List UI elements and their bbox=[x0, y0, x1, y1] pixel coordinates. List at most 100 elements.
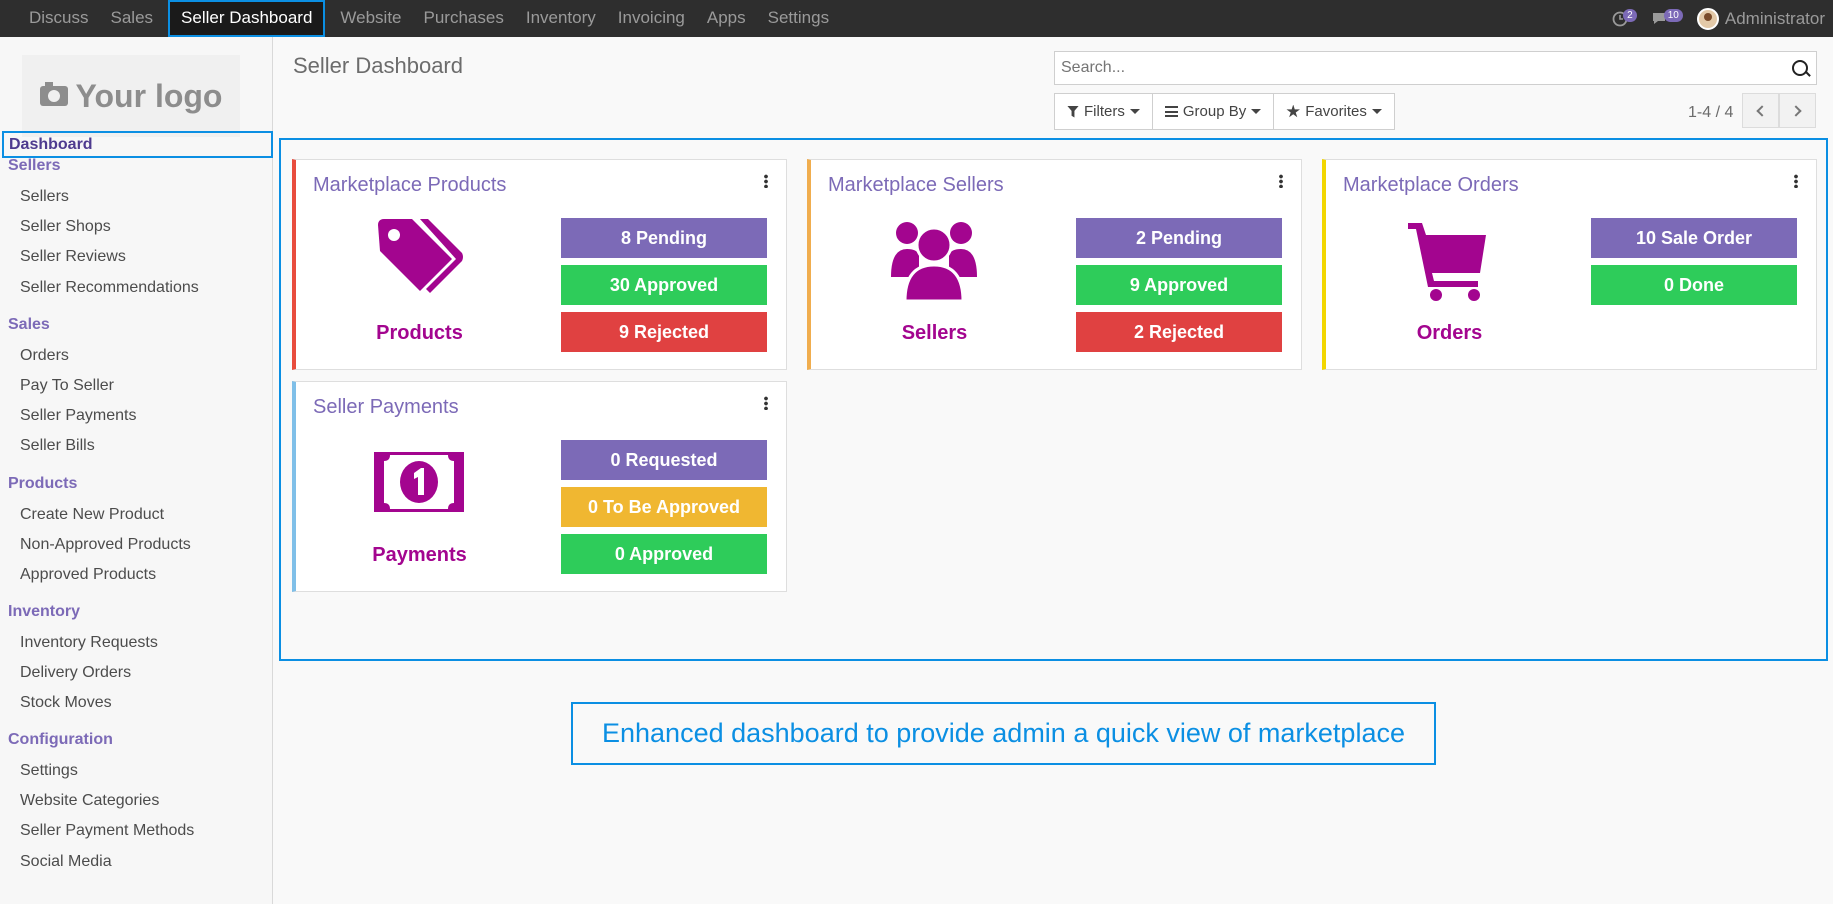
card-title[interactable]: Marketplace Products bbox=[313, 174, 506, 197]
kebab-menu-icon[interactable] bbox=[1794, 174, 1798, 188]
menu-inventory[interactable]: Inventory bbox=[515, 0, 607, 37]
user-menu[interactable]: Administrator bbox=[1696, 7, 1825, 30]
card-marketplace-orders[interactable]: Marketplace Orders Orders 10 Sale Order … bbox=[1322, 159, 1817, 370]
card-marketplace-products[interactable]: Marketplace Products Products 8 Pending … bbox=[292, 159, 787, 370]
done-orders-button[interactable]: 0 Done bbox=[1591, 265, 1797, 305]
sidebar-section-products[interactable]: Products bbox=[8, 475, 77, 493]
sale-orders-button[interactable]: 10 Sale Order bbox=[1591, 218, 1797, 258]
breadcrumb: Seller Dashboard bbox=[293, 53, 463, 78]
search-input[interactable] bbox=[1061, 59, 1781, 77]
filters-button[interactable]: Filters bbox=[1055, 94, 1153, 129]
pager-value: 1-4 / 4 bbox=[1688, 104, 1734, 121]
sidebar-item-inventory-requests[interactable]: Inventory Requests bbox=[20, 634, 158, 652]
cart-icon bbox=[1408, 223, 1486, 301]
card-label: Products bbox=[376, 322, 463, 344]
menu-sales[interactable]: Sales bbox=[100, 0, 165, 37]
caret-down-icon bbox=[1251, 109, 1262, 114]
pending-sellers-button[interactable]: 2 Pending bbox=[1076, 218, 1282, 258]
sidebar-section-sellers[interactable]: Sellers bbox=[8, 157, 60, 175]
sidebar-section-inventory[interactable]: Inventory bbox=[8, 603, 80, 621]
sidebar-item-settings[interactable]: Settings bbox=[20, 762, 78, 780]
sidebar-item-seller-payment-methods[interactable]: Seller Payment Methods bbox=[20, 822, 194, 840]
sidebar-item-pay-to-seller[interactable]: Pay To Seller bbox=[20, 377, 114, 395]
favorites-button[interactable]: Favorites bbox=[1274, 94, 1394, 129]
top-navbar: Discuss Sales Seller Dashboard Website P… bbox=[0, 0, 1833, 37]
group-by-button[interactable]: Group By bbox=[1153, 94, 1275, 129]
menu-seller-dashboard[interactable]: Seller Dashboard bbox=[168, 0, 326, 37]
approved-products-button[interactable]: 30 Approved bbox=[561, 265, 767, 305]
star-icon bbox=[1286, 104, 1300, 118]
users-icon bbox=[891, 222, 977, 303]
sidebar-section-configuration[interactable]: Configuration bbox=[8, 731, 113, 749]
sidebar-item-seller-shops[interactable]: Seller Shops bbox=[20, 218, 111, 236]
sidebar-item-non-approved-products[interactable]: Non-Approved Products bbox=[20, 536, 191, 554]
menu-website[interactable]: Website bbox=[329, 0, 412, 37]
card-label: Orders bbox=[1416, 322, 1483, 344]
kebab-menu-icon[interactable] bbox=[1279, 174, 1283, 188]
pending-products-button[interactable]: 8 Pending bbox=[561, 218, 767, 258]
card-label: Payments bbox=[372, 544, 467, 566]
pager-previous-button[interactable] bbox=[1742, 93, 1779, 128]
logo-text: Your logo bbox=[75, 77, 223, 114]
tags-icon bbox=[378, 219, 463, 293]
sidebar-item-approved-products[interactable]: Approved Products bbox=[20, 566, 156, 584]
menu-invoicing[interactable]: Invoicing bbox=[607, 0, 696, 37]
sidebar: Your logo Dashboard Sellers Sellers Sell… bbox=[0, 37, 273, 904]
sidebar-item-website-categories[interactable]: Website Categories bbox=[20, 792, 159, 810]
approved-payments-button[interactable]: 0 Approved bbox=[561, 534, 767, 574]
card-marketplace-sellers[interactable]: Marketplace Sellers Sellers 2 Pending 9 … bbox=[807, 159, 1302, 370]
filters-label: Filters bbox=[1084, 103, 1125, 120]
requested-payments-button[interactable]: 0 Requested bbox=[561, 440, 767, 480]
messages-badge: 10 bbox=[1663, 9, 1683, 22]
caret-down-icon bbox=[1371, 109, 1382, 114]
user-name: Administrator bbox=[1724, 8, 1825, 28]
sidebar-item-create-new-product[interactable]: Create New Product bbox=[20, 506, 164, 524]
menu-discuss[interactable]: Discuss bbox=[18, 0, 100, 37]
filter-icon bbox=[1067, 105, 1079, 118]
sidebar-item-stock-moves[interactable]: Stock Moves bbox=[20, 694, 112, 712]
sidebar-item-seller-bills[interactable]: Seller Bills bbox=[20, 437, 95, 455]
menu-purchases[interactable]: Purchases bbox=[413, 0, 515, 37]
search-bar bbox=[1054, 51, 1817, 85]
group-by-label: Group By bbox=[1182, 103, 1247, 120]
card-title[interactable]: Marketplace Orders bbox=[1343, 174, 1519, 197]
sidebar-item-seller-reviews[interactable]: Seller Reviews bbox=[20, 248, 126, 266]
rejected-products-button[interactable]: 9 Rejected bbox=[561, 312, 767, 352]
pager-next-button[interactable] bbox=[1779, 93, 1816, 128]
sidebar-item-orders[interactable]: Orders bbox=[20, 347, 69, 365]
camera-icon bbox=[39, 82, 68, 106]
money-icon bbox=[374, 452, 464, 512]
bars-icon bbox=[1164, 106, 1178, 117]
activities-button[interactable]: 2 bbox=[1612, 9, 1637, 27]
search-icon[interactable] bbox=[1792, 60, 1808, 76]
favorites-label: Favorites bbox=[1305, 103, 1367, 120]
sidebar-item-sellers[interactable]: Sellers bbox=[20, 188, 69, 206]
sidebar-item-seller-recommendations[interactable]: Seller Recommendations bbox=[20, 279, 199, 297]
annotation-caption: Enhanced dashboard to provide admin a qu… bbox=[571, 702, 1436, 765]
card-seller-payments[interactable]: Seller Payments Payments 0 Requested 0 T… bbox=[292, 381, 787, 592]
chevron-right-icon bbox=[1790, 104, 1802, 117]
rejected-sellers-button[interactable]: 2 Rejected bbox=[1076, 312, 1282, 352]
chevron-left-icon bbox=[1756, 104, 1768, 117]
menu-settings[interactable]: Settings bbox=[757, 0, 840, 37]
card-title[interactable]: Marketplace Sellers bbox=[828, 174, 1004, 197]
approved-sellers-button[interactable]: 9 Approved bbox=[1076, 265, 1282, 305]
kebab-menu-icon[interactable] bbox=[764, 396, 768, 410]
messages-button[interactable]: 10 bbox=[1651, 9, 1683, 26]
sidebar-item-dashboard[interactable]: Dashboard bbox=[2, 131, 273, 158]
company-logo[interactable]: Your logo bbox=[22, 55, 240, 137]
pager-buttons bbox=[1742, 93, 1816, 128]
card-label: Sellers bbox=[901, 322, 968, 344]
sidebar-item-delivery-orders[interactable]: Delivery Orders bbox=[20, 664, 131, 682]
kebab-menu-icon[interactable] bbox=[764, 174, 768, 188]
to-be-approved-payments-button[interactable]: 0 To Be Approved bbox=[561, 487, 767, 527]
sidebar-item-seller-payments[interactable]: Seller Payments bbox=[20, 407, 137, 425]
caret-down-icon bbox=[1129, 109, 1140, 114]
search-options: Filters Group By Favorites bbox=[1054, 93, 1395, 130]
sidebar-item-social-media[interactable]: Social Media bbox=[20, 853, 112, 871]
sidebar-section-sales[interactable]: Sales bbox=[8, 316, 50, 334]
activities-badge: 2 bbox=[1623, 9, 1637, 22]
menu-apps[interactable]: Apps bbox=[696, 0, 757, 37]
card-title[interactable]: Seller Payments bbox=[313, 396, 459, 419]
avatar bbox=[1696, 7, 1719, 30]
